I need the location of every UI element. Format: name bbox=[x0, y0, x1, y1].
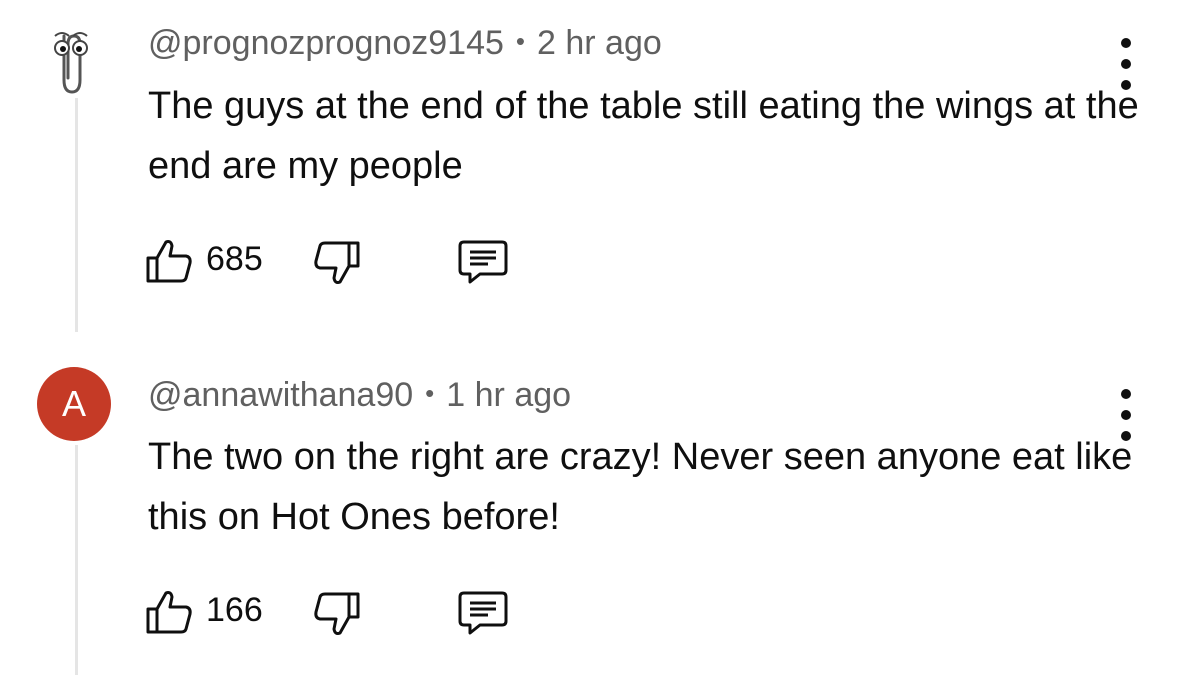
thumbs-up-icon[interactable] bbox=[144, 238, 194, 284]
comment-author[interactable]: @annawithana90 bbox=[148, 376, 413, 414]
reply-icon[interactable] bbox=[456, 238, 510, 286]
comment-author[interactable]: @prognozprognoz9145 bbox=[148, 24, 504, 62]
avatar[interactable]: A bbox=[37, 367, 111, 441]
thumbs-down-icon[interactable] bbox=[312, 591, 362, 637]
more-options-icon[interactable] bbox=[1114, 389, 1138, 441]
avatar[interactable] bbox=[50, 22, 94, 98]
comment-item: A @annawithana90 • 1 hr ago The two on the… bbox=[0, 345, 1200, 675]
thread-line bbox=[75, 445, 78, 675]
like-count: 166 bbox=[206, 591, 263, 629]
comment-meta: @prognozprognoz9145 • 2 hr ago bbox=[148, 24, 662, 63]
thumbs-down-icon[interactable] bbox=[312, 240, 362, 286]
comment-item: @prognozprognoz9145 • 2 hr ago The guys at… bbox=[0, 0, 1200, 345]
thread-line bbox=[75, 98, 78, 332]
comment-time[interactable]: 1 hr ago bbox=[446, 376, 571, 414]
more-options-icon[interactable] bbox=[1114, 38, 1138, 90]
paperclip-icon bbox=[54, 32, 88, 94]
meta-separator: • bbox=[425, 378, 435, 408]
like-count: 685 bbox=[206, 240, 263, 278]
comment-meta: @annawithana90 • 1 hr ago bbox=[148, 376, 571, 415]
thumbs-up-icon[interactable] bbox=[144, 589, 194, 635]
comment-text: The guys at the end of the table still e… bbox=[148, 85, 1139, 187]
reply-icon[interactable] bbox=[456, 589, 510, 637]
comment-text: The two on the right are crazy! Never se… bbox=[148, 436, 1133, 538]
comment-time[interactable]: 2 hr ago bbox=[537, 24, 662, 62]
meta-separator: • bbox=[515, 26, 525, 56]
